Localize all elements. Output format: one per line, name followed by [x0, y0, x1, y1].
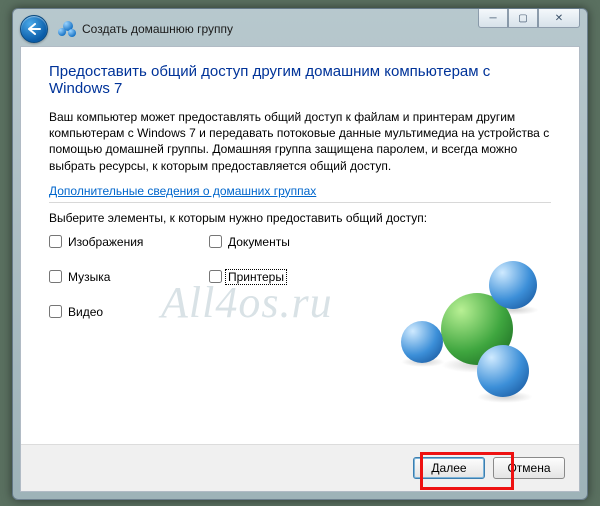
description-text: Ваш компьютер может предоставлять общий …	[49, 109, 551, 174]
cancel-button[interactable]: Отмена	[493, 457, 565, 479]
close-button[interactable]: ✕	[538, 9, 580, 28]
checkbox-videos-input[interactable]	[49, 305, 62, 318]
share-prompt: Выберите элементы, к которым нужно предо…	[49, 211, 551, 225]
checkbox-videos[interactable]: Видео	[49, 305, 209, 319]
checkbox-documents-label: Документы	[228, 235, 290, 249]
homegroup-illustration	[397, 257, 557, 407]
checkbox-documents-input[interactable]	[209, 235, 222, 248]
checkbox-printers[interactable]: Принтеры	[209, 269, 369, 285]
minimize-button[interactable]: ─	[478, 9, 508, 28]
back-button[interactable]	[20, 15, 48, 43]
help-link[interactable]: Дополнительные сведения о домашних групп…	[49, 184, 316, 198]
checkbox-music[interactable]: Музыка	[49, 269, 209, 285]
checkbox-music-input[interactable]	[49, 270, 62, 283]
checkbox-documents[interactable]: Документы	[209, 235, 369, 249]
next-button[interactable]: Далее	[413, 457, 485, 479]
checkbox-music-label: Музыка	[68, 270, 110, 284]
footer-bar: Далее Отмена	[21, 444, 579, 491]
checkbox-pictures-label: Изображения	[68, 235, 143, 249]
checkbox-videos-label: Видео	[68, 305, 103, 319]
window-title: Создать домашнюю группу	[82, 22, 233, 36]
checkbox-printers-input[interactable]	[209, 270, 222, 283]
separator	[49, 202, 551, 203]
checkbox-pictures-input[interactable]	[49, 235, 62, 248]
client-area: Предоставить общий доступ другим домашни…	[20, 46, 580, 492]
checkbox-printers-label: Принтеры	[225, 269, 287, 285]
maximize-button[interactable]: ▢	[508, 9, 538, 28]
page-heading: Предоставить общий доступ другим домашни…	[49, 63, 551, 97]
titlebar: Создать домашнюю группу ─ ▢ ✕	[20, 14, 580, 44]
homegroup-icon	[58, 20, 76, 38]
checkbox-pictures[interactable]: Изображения	[49, 235, 209, 249]
